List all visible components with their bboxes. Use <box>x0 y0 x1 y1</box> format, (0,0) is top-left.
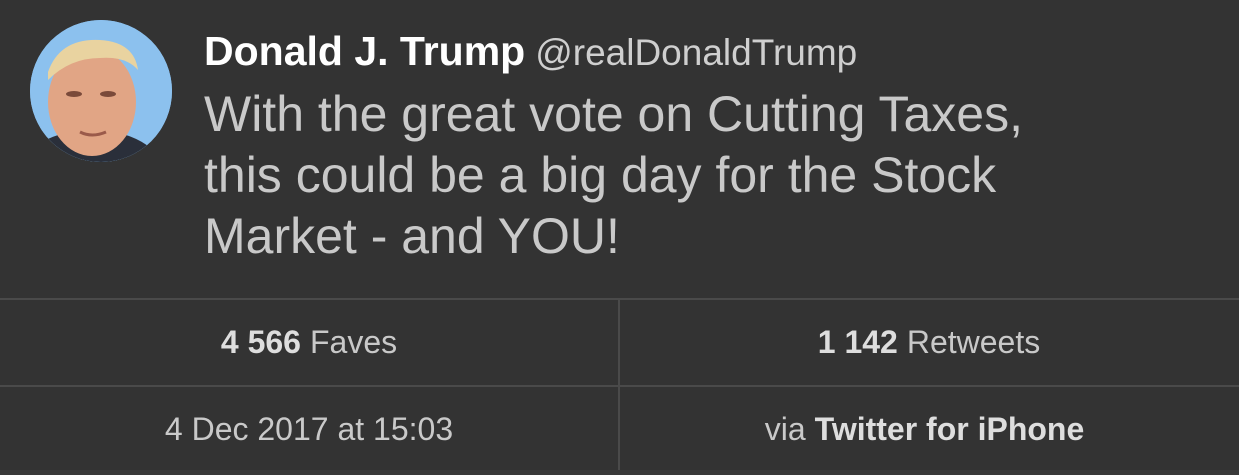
tweet-text-line: this could be a big day for the Stock <box>204 147 997 203</box>
faves-count: 4 566 <box>220 323 301 360</box>
timestamp-text: 4 Dec 2017 at 15:03 <box>164 410 454 447</box>
faves-stat[interactable]: 4 566 Faves <box>0 300 618 384</box>
tweet-source[interactable]: via Twitter for iPhone <box>620 387 1238 471</box>
author-line: Donald J. Trump @realDonaldTrump <box>204 28 857 75</box>
retweets-stat[interactable]: 1 142 Retweets <box>620 300 1238 384</box>
tweet-text-line: With the great vote on Cutting Taxes, <box>204 86 1023 142</box>
tweet-text: With the great vote on Cutting Taxes, th… <box>204 84 1214 267</box>
via-label: via <box>764 410 806 447</box>
retweets-label: Retweets <box>906 323 1041 360</box>
profile-photo-icon <box>30 20 172 162</box>
tweet-header: Donald J. Trump @realDonaldTrump With the… <box>0 0 1239 298</box>
bottom-edge <box>0 470 1239 475</box>
author-name[interactable]: Donald J. Trump <box>204 28 525 74</box>
faves-label: Faves <box>309 323 398 360</box>
author-handle[interactable]: @realDonaldTrump <box>535 32 857 73</box>
timestamp: 4 Dec 2017 at 15:03 <box>0 387 618 471</box>
avatar[interactable] <box>30 20 172 162</box>
source-app: Twitter for iPhone <box>814 410 1085 447</box>
retweets-count: 1 142 <box>817 323 898 360</box>
tweet-text-line: Market - and YOU! <box>204 208 620 264</box>
